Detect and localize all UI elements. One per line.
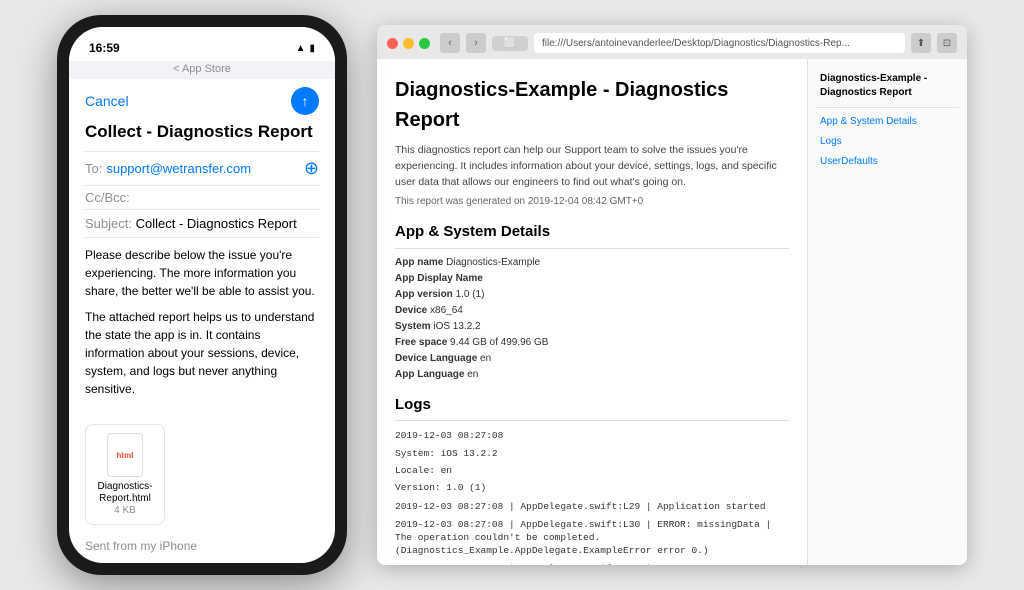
forward-button[interactable]: › <box>466 33 486 53</box>
toc-item[interactable]: App & System Details <box>816 112 959 132</box>
attachment-file-icon: html <box>107 433 143 477</box>
report-intro: This diagnostics report can help our Sup… <box>395 143 789 190</box>
detail-row: App Display Name <box>395 271 789 286</box>
browser-chrome: ‹ › ⬜ file:///Users/antoinevanderlee/Des… <box>377 25 967 59</box>
battery-icon: ▮ <box>309 43 315 54</box>
to-label: To: <box>85 161 102 176</box>
attachment[interactable]: html Diagnostics-Report.html 4 KB <box>85 424 165 525</box>
log-entry: 2019-12-03 08:27:08 | AppDelegate.swift:… <box>395 518 789 558</box>
iphone-screen: 16:59 ▲ ▮ < App Store Cancel ↑ Collect -… <box>69 27 335 563</box>
status-icons: ▲ ▮ <box>296 43 315 54</box>
fullscreen-button[interactable] <box>419 38 430 49</box>
detail-row: App name Diagnostics-Example <box>395 255 789 270</box>
report-generated: This report was generated on 2019-12-04 … <box>395 194 789 209</box>
attachment-name: Diagnostics-Report.html <box>96 481 154 505</box>
toc-item[interactable]: Logs <box>816 132 959 152</box>
email-subject-area: Collect - Diagnostics Report To: support… <box>69 121 335 238</box>
app-system-section-title: App & System Details <box>395 221 789 249</box>
app-system-details: App name Diagnostics-ExampleApp Display … <box>395 255 789 382</box>
status-bar: 16:59 ▲ ▮ <box>69 27 335 61</box>
toc-divider <box>816 107 959 108</box>
email-body[interactable]: Please describe below the issue you're e… <box>69 238 335 416</box>
traffic-lights <box>387 38 430 49</box>
subject-row: Subject: Collect - Diagnostics Report <box>85 210 319 238</box>
log-entry: 2019-12-03 08:27:08 | AppDelegate.swift:… <box>395 562 789 565</box>
log-entry: 2019-12-03 08:27:08 | AppDelegate.swift:… <box>395 500 789 513</box>
log-entry: System: iOS 13.2.2 <box>395 447 789 460</box>
sent-from: Sent from my iPhone <box>69 533 335 563</box>
toc-list: Diagnostics-Example - Diagnostics Report… <box>816 69 959 172</box>
browser-window: ‹ › ⬜ file:///Users/antoinevanderlee/Des… <box>377 25 967 565</box>
tab-bar: ⬜ <box>492 36 528 51</box>
detail-row: System iOS 13.2.2 <box>395 319 789 334</box>
close-button[interactable] <box>387 38 398 49</box>
send-button[interactable]: ↑ <box>291 87 319 115</box>
address-bar[interactable]: file:///Users/antoinevanderlee/Desktop/D… <box>534 33 905 53</box>
body-paragraph-2: The attached report helps us to understa… <box>85 308 319 398</box>
browser-content: Diagnostics-Example - Diagnostics Report… <box>377 59 967 565</box>
subject-value: Collect - Diagnostics Report <box>136 216 297 231</box>
toc-item[interactable]: Diagnostics-Example - Diagnostics Report <box>816 69 959 103</box>
log-entry: Version: 1.0 (1) <box>395 481 789 494</box>
email-nav: Cancel ↑ <box>69 79 335 121</box>
cc-row: Cc/Bcc: <box>85 186 319 210</box>
add-recipient-button[interactable]: ⊕ <box>304 158 319 179</box>
report-title: Diagnostics-Example - Diagnostics Report <box>395 75 789 135</box>
minimize-button[interactable] <box>403 38 414 49</box>
subject-label: Subject: <box>85 216 132 231</box>
wifi-icon: ▲ <box>296 43 306 54</box>
detail-row: App version 1.0 (1) <box>395 287 789 302</box>
back-button[interactable]: ‹ <box>440 33 460 53</box>
toc-item[interactable]: UserDefaults <box>816 152 959 172</box>
app-store-bar[interactable]: < App Store <box>69 61 335 79</box>
logs-section-title: Logs <box>395 394 789 422</box>
log-entries: 2019-12-03 08:27:08 System: iOS 13.2.2 Loc… <box>395 429 789 565</box>
to-value[interactable]: support@wetransfer.com <box>106 161 300 176</box>
status-time: 16:59 <box>89 41 120 55</box>
detail-row: Device x86_64 <box>395 303 789 318</box>
report-main[interactable]: Diagnostics-Example - Diagnostics Report… <box>377 59 807 565</box>
log-entry: 2019-12-03 08:27:08 <box>395 429 789 442</box>
detail-row: App Language en <box>395 367 789 382</box>
iphone-mockup: 16:59 ▲ ▮ < App Store Cancel ↑ Collect -… <box>57 15 347 575</box>
bookmark-button[interactable]: ⊡ <box>937 33 957 53</box>
detail-row: Free space 9.44 GB of 499.96 GB <box>395 335 789 350</box>
report-toc: Diagnostics-Example - Diagnostics Report… <box>807 59 967 565</box>
email-to-row: To: support@wetransfer.com ⊕ <box>85 151 319 186</box>
attachment-size: 4 KB <box>114 505 136 516</box>
cancel-button[interactable]: Cancel <box>85 93 129 109</box>
email-title: Collect - Diagnostics Report <box>85 121 319 143</box>
share-button[interactable]: ⬆ <box>911 33 931 53</box>
body-paragraph-1: Please describe below the issue you're e… <box>85 246 319 300</box>
log-entry: Locale: en <box>395 464 789 477</box>
detail-row: Device Language en <box>395 351 789 366</box>
